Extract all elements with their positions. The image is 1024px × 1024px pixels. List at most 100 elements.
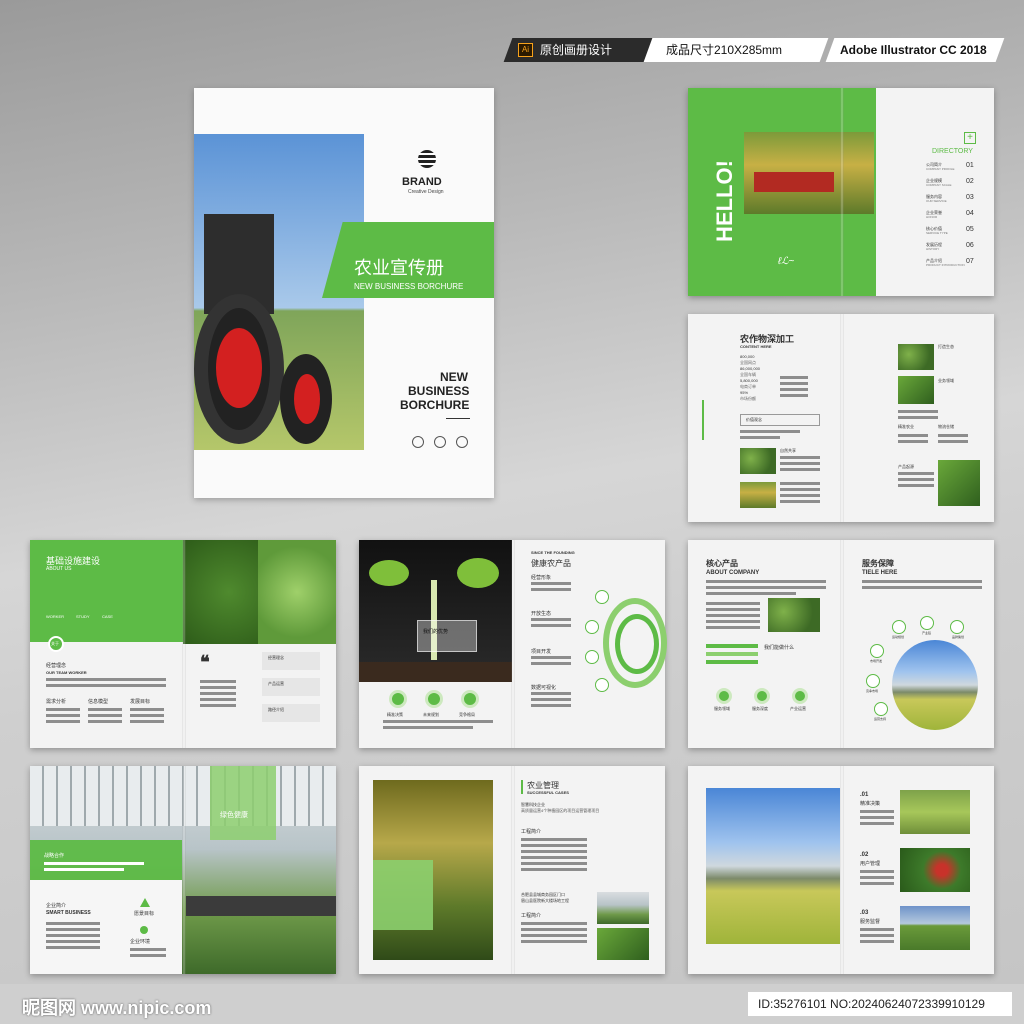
advantage-box <box>417 620 477 652</box>
greenhouse-green-band <box>30 840 182 880</box>
infra-row-1-label: 经营理念 <box>268 655 284 660</box>
infra-tab-study: STUDY <box>76 614 90 619</box>
mgmt-photo-2 <box>597 928 649 960</box>
service-node-4 <box>870 644 884 658</box>
service-label-4: 市场开发 <box>870 659 883 663</box>
directory-plus-icon: + <box>964 132 976 144</box>
directory-title: DIRECTORY <box>932 148 973 155</box>
brand-logo-icon <box>418 150 436 168</box>
ring-inner <box>615 614 659 674</box>
hills-green-box <box>373 860 433 930</box>
directory-list: 公司简介 COMPANY PROFILE 01 企业规模 COMPANY SCA… <box>926 162 992 272</box>
core-bar-2 <box>706 652 758 656</box>
healthy-item-1: 经营形象 <box>531 575 552 581</box>
spread-hello: HELLO! ℓℒ~ DIRECTORY + 公司简介 COMPANY PROF… <box>688 88 994 296</box>
cover-divider <box>446 418 470 419</box>
service-node-5 <box>866 674 880 688</box>
greenhouse-bench <box>186 896 336 916</box>
feature-label-2: 用户管理 <box>860 861 881 867</box>
cover-big-1: NEW <box>440 370 468 384</box>
feature-no-2: .02 <box>860 852 869 858</box>
mgmt-location-2: 眉山县医院新大楼场地工程 <box>521 898 569 903</box>
cover-icon-home <box>412 436 424 448</box>
metric-lines <box>383 720 493 732</box>
infra-col-1-lines <box>46 708 80 726</box>
produce-photo-1 <box>740 448 776 474</box>
spread-greenhouse: 战略合作 绿色健康 企业简介 SMART BUSINESS 愿景目标 企业环境 <box>30 766 336 974</box>
feature-label-1: 精准决策 <box>860 801 881 807</box>
service-label-3: 品牌策划 <box>952 635 965 639</box>
core-circle-label-1: 服务领域 <box>714 706 730 711</box>
service-node-3 <box>950 620 964 634</box>
healthy-lines-1 <box>531 582 571 594</box>
mgmt-lines-1 <box>521 838 587 874</box>
infra-col-2: 信息模型 <box>88 699 109 705</box>
label-business-field: 业务领域 <box>938 378 954 383</box>
service-label-6: 运营支持 <box>874 717 887 721</box>
right-photo-3 <box>938 460 980 506</box>
infra-col-1: 需求分析 <box>46 699 67 705</box>
service-title: 服务保障 <box>862 559 894 568</box>
quote-icon: ❝ <box>200 652 210 672</box>
environment-label: 企业环境 <box>130 939 151 945</box>
core-sub: ABOUT COMPANY <box>706 570 760 576</box>
feature-photo-2 <box>900 848 970 892</box>
healthy-item-2: 开放生态 <box>531 611 552 617</box>
produce-photo-2 <box>740 482 776 508</box>
harvester-photo <box>744 132 874 214</box>
green-health-panel <box>210 766 276 840</box>
processing-sub: CONTENT HERE <box>740 344 772 349</box>
infra-row-2-label: 产品运营 <box>268 681 284 686</box>
healthy-lines-2 <box>531 618 571 630</box>
service-node-1 <box>892 620 906 634</box>
tag-design: 原创画册设计 <box>540 43 613 57</box>
feature-label-3: 服务监督 <box>860 919 881 925</box>
label-logistics: 物流仓储 <box>938 424 954 429</box>
spread-landscape: .01 精准决策 .02 用户管理 .03 服务监督 <box>688 766 994 974</box>
processing-bar-lines <box>780 376 808 400</box>
vision-lines <box>130 948 166 960</box>
core-lines <box>706 580 826 598</box>
quote-lines <box>200 680 236 710</box>
core-bar-1 <box>706 644 758 648</box>
processing-green-bar <box>702 400 704 440</box>
brand-name: BRAND <box>402 176 442 188</box>
right-photo-2 <box>898 376 934 404</box>
company-sub: SMART BUSINESS <box>46 910 91 916</box>
infra-tab-case: CASE <box>102 614 113 619</box>
tag-software: Adobe Illustrator CC 2018 <box>840 43 987 57</box>
healthy-item-3: 项目开发 <box>531 649 552 655</box>
core-circle-2 <box>754 688 770 704</box>
icon-node-4 <box>595 678 609 692</box>
vision-label: 愿景目标 <box>134 911 155 917</box>
metric-circle-2 <box>425 690 443 708</box>
watermark-left: 昵图网 www.nipic.com <box>22 998 212 1018</box>
natural-share-lines <box>780 456 820 474</box>
signature: ℓℒ~ <box>778 256 795 267</box>
directory-item: 企业荣誉 HONOR 04 <box>926 210 974 219</box>
icon-node-3 <box>585 650 599 664</box>
right-photo-1 <box>898 344 934 370</box>
core-lines-2 <box>706 602 760 632</box>
spread-core-products: 核心产品 ABOUT COMPANY 我们能做什么 服务领域 服务深度 产业运营… <box>688 540 994 748</box>
produce-2-lines <box>780 482 820 506</box>
vision-icon <box>140 898 150 907</box>
green-health-label: 绿色健康 <box>220 812 248 819</box>
service-node-6 <box>874 702 888 716</box>
top-tag-bar: Ai 原创画册设计 成品尺寸210X285mm Adobe Illustrato… <box>503 38 1005 62</box>
metric-label-1: 精准决策 <box>387 712 403 717</box>
spread-processing: 农作物深加工 CONTENT HERE 800,000 全国网点 86,000,… <box>688 314 994 522</box>
values-lines <box>740 430 800 442</box>
core-circle-label-2: 服务深度 <box>752 706 768 711</box>
infra-concept: 经营理念 <box>46 663 67 669</box>
label-origin: 产品起源 <box>898 464 914 469</box>
mgmt-lines-2 <box>521 922 587 946</box>
infra-concept-en: OUR TEAM WORKER <box>46 670 87 675</box>
infra-col-2-lines <box>88 708 122 726</box>
brand-sub: Creative Design <box>408 189 444 195</box>
hello-text: HELLO! <box>711 160 737 242</box>
feature-no-3: .03 <box>860 910 869 916</box>
seedling-leaf <box>369 560 409 586</box>
feature-lines-1 <box>860 810 894 828</box>
metric-circle-3 <box>461 690 479 708</box>
